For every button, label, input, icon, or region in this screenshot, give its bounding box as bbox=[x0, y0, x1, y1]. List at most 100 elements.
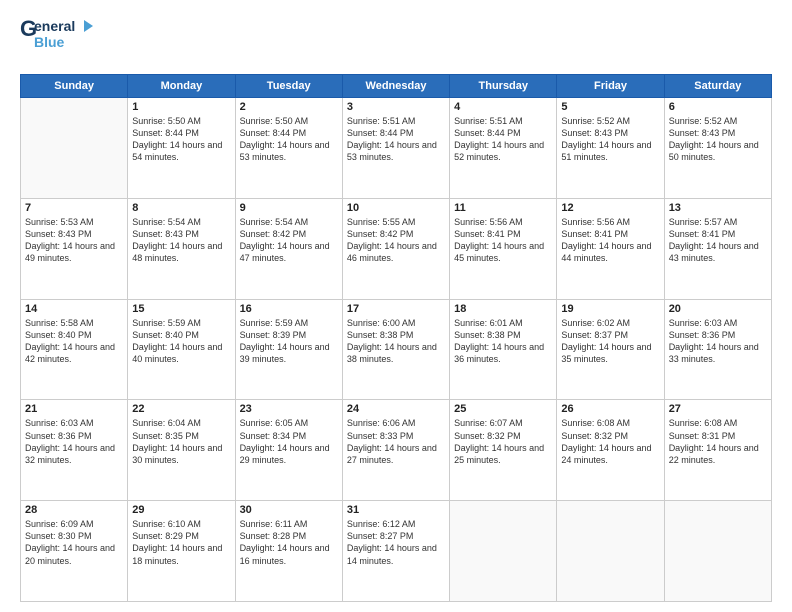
logo-eneral: eneral bbox=[34, 18, 75, 34]
calendar-cell: 24 Sunrise: 6:06 AMSunset: 8:33 PMDaylig… bbox=[342, 400, 449, 501]
calendar-cell bbox=[664, 501, 771, 602]
day-number: 15 bbox=[132, 303, 230, 315]
calendar-cell: 4 Sunrise: 5:51 AMSunset: 8:44 PMDayligh… bbox=[450, 98, 557, 199]
day-number: 22 bbox=[132, 403, 230, 415]
header: G eneral Blue bbox=[20, 16, 772, 66]
day-number: 12 bbox=[561, 202, 659, 214]
calendar-cell: 2 Sunrise: 5:50 AMSunset: 8:44 PMDayligh… bbox=[235, 98, 342, 199]
cell-info: Sunrise: 6:11 AMSunset: 8:28 PMDaylight:… bbox=[240, 518, 338, 567]
cell-info: Sunrise: 5:51 AMSunset: 8:44 PMDaylight:… bbox=[347, 115, 445, 164]
cell-info: Sunrise: 5:56 AMSunset: 8:41 PMDaylight:… bbox=[561, 216, 659, 265]
day-number: 3 bbox=[347, 101, 445, 113]
calendar-cell: 7 Sunrise: 5:53 AMSunset: 8:43 PMDayligh… bbox=[21, 198, 128, 299]
day-number: 19 bbox=[561, 303, 659, 315]
cell-info: Sunrise: 6:05 AMSunset: 8:34 PMDaylight:… bbox=[240, 417, 338, 466]
calendar-cell: 26 Sunrise: 6:08 AMSunset: 8:32 PMDaylig… bbox=[557, 400, 664, 501]
day-number: 26 bbox=[561, 403, 659, 415]
day-header-saturday: Saturday bbox=[664, 75, 771, 98]
day-number: 7 bbox=[25, 202, 123, 214]
calendar-cell bbox=[557, 501, 664, 602]
cell-info: Sunrise: 6:06 AMSunset: 8:33 PMDaylight:… bbox=[347, 417, 445, 466]
calendar-cell: 11 Sunrise: 5:56 AMSunset: 8:41 PMDaylig… bbox=[450, 198, 557, 299]
calendar-week-5: 28 Sunrise: 6:09 AMSunset: 8:30 PMDaylig… bbox=[21, 501, 772, 602]
cell-info: Sunrise: 6:03 AMSunset: 8:36 PMDaylight:… bbox=[669, 317, 767, 366]
cell-info: Sunrise: 6:08 AMSunset: 8:32 PMDaylight:… bbox=[561, 417, 659, 466]
cell-info: Sunrise: 5:54 AMSunset: 8:42 PMDaylight:… bbox=[240, 216, 338, 265]
calendar-header-row: SundayMondayTuesdayWednesdayThursdayFrid… bbox=[21, 75, 772, 98]
day-number: 6 bbox=[669, 101, 767, 113]
cell-info: Sunrise: 5:56 AMSunset: 8:41 PMDaylight:… bbox=[454, 216, 552, 265]
day-number: 2 bbox=[240, 101, 338, 113]
day-number: 25 bbox=[454, 403, 552, 415]
cell-info: Sunrise: 5:57 AMSunset: 8:41 PMDaylight:… bbox=[669, 216, 767, 265]
calendar-cell: 22 Sunrise: 6:04 AMSunset: 8:35 PMDaylig… bbox=[128, 400, 235, 501]
calendar-cell: 13 Sunrise: 5:57 AMSunset: 8:41 PMDaylig… bbox=[664, 198, 771, 299]
cell-info: Sunrise: 5:58 AMSunset: 8:40 PMDaylight:… bbox=[25, 317, 123, 366]
cell-info: Sunrise: 6:09 AMSunset: 8:30 PMDaylight:… bbox=[25, 518, 123, 567]
day-header-sunday: Sunday bbox=[21, 75, 128, 98]
day-number: 5 bbox=[561, 101, 659, 113]
day-header-friday: Friday bbox=[557, 75, 664, 98]
day-header-tuesday: Tuesday bbox=[235, 75, 342, 98]
calendar-week-1: 1 Sunrise: 5:50 AMSunset: 8:44 PMDayligh… bbox=[21, 98, 772, 199]
day-header-monday: Monday bbox=[128, 75, 235, 98]
calendar-cell: 5 Sunrise: 5:52 AMSunset: 8:43 PMDayligh… bbox=[557, 98, 664, 199]
calendar-cell: 28 Sunrise: 6:09 AMSunset: 8:30 PMDaylig… bbox=[21, 501, 128, 602]
page: G eneral Blue SundayMondayTuesdayWednesd… bbox=[0, 0, 792, 612]
cell-info: Sunrise: 6:08 AMSunset: 8:31 PMDaylight:… bbox=[669, 417, 767, 466]
cell-info: Sunrise: 6:00 AMSunset: 8:38 PMDaylight:… bbox=[347, 317, 445, 366]
calendar-cell: 14 Sunrise: 5:58 AMSunset: 8:40 PMDaylig… bbox=[21, 299, 128, 400]
cell-info: Sunrise: 5:59 AMSunset: 8:40 PMDaylight:… bbox=[132, 317, 230, 366]
cell-info: Sunrise: 6:12 AMSunset: 8:27 PMDaylight:… bbox=[347, 518, 445, 567]
calendar-cell: 20 Sunrise: 6:03 AMSunset: 8:36 PMDaylig… bbox=[664, 299, 771, 400]
calendar-cell: 9 Sunrise: 5:54 AMSunset: 8:42 PMDayligh… bbox=[235, 198, 342, 299]
calendar-cell: 29 Sunrise: 6:10 AMSunset: 8:29 PMDaylig… bbox=[128, 501, 235, 602]
cell-info: Sunrise: 6:10 AMSunset: 8:29 PMDaylight:… bbox=[132, 518, 230, 567]
calendar-cell: 31 Sunrise: 6:12 AMSunset: 8:27 PMDaylig… bbox=[342, 501, 449, 602]
cell-info: Sunrise: 6:02 AMSunset: 8:37 PMDaylight:… bbox=[561, 317, 659, 366]
logo-arrow-icon bbox=[84, 20, 93, 32]
day-number: 20 bbox=[669, 303, 767, 315]
day-number: 23 bbox=[240, 403, 338, 415]
calendar-cell: 10 Sunrise: 5:55 AMSunset: 8:42 PMDaylig… bbox=[342, 198, 449, 299]
cell-info: Sunrise: 6:04 AMSunset: 8:35 PMDaylight:… bbox=[132, 417, 230, 466]
day-number: 21 bbox=[25, 403, 123, 415]
day-number: 8 bbox=[132, 202, 230, 214]
cell-info: Sunrise: 5:52 AMSunset: 8:43 PMDaylight:… bbox=[561, 115, 659, 164]
cell-info: Sunrise: 5:54 AMSunset: 8:43 PMDaylight:… bbox=[132, 216, 230, 265]
calendar-cell: 18 Sunrise: 6:01 AMSunset: 8:38 PMDaylig… bbox=[450, 299, 557, 400]
calendar-cell: 16 Sunrise: 5:59 AMSunset: 8:39 PMDaylig… bbox=[235, 299, 342, 400]
logo-blue: Blue bbox=[34, 34, 64, 50]
calendar-cell: 12 Sunrise: 5:56 AMSunset: 8:41 PMDaylig… bbox=[557, 198, 664, 299]
day-number: 9 bbox=[240, 202, 338, 214]
calendar-cell: 23 Sunrise: 6:05 AMSunset: 8:34 PMDaylig… bbox=[235, 400, 342, 501]
calendar-cell bbox=[450, 501, 557, 602]
calendar-week-4: 21 Sunrise: 6:03 AMSunset: 8:36 PMDaylig… bbox=[21, 400, 772, 501]
calendar-cell: 15 Sunrise: 5:59 AMSunset: 8:40 PMDaylig… bbox=[128, 299, 235, 400]
day-number: 1 bbox=[132, 101, 230, 113]
calendar-cell: 19 Sunrise: 6:02 AMSunset: 8:37 PMDaylig… bbox=[557, 299, 664, 400]
cell-info: Sunrise: 5:50 AMSunset: 8:44 PMDaylight:… bbox=[240, 115, 338, 164]
calendar-cell: 6 Sunrise: 5:52 AMSunset: 8:43 PMDayligh… bbox=[664, 98, 771, 199]
day-number: 4 bbox=[454, 101, 552, 113]
calendar-cell: 8 Sunrise: 5:54 AMSunset: 8:43 PMDayligh… bbox=[128, 198, 235, 299]
calendar-week-2: 7 Sunrise: 5:53 AMSunset: 8:43 PMDayligh… bbox=[21, 198, 772, 299]
cell-info: Sunrise: 5:52 AMSunset: 8:43 PMDaylight:… bbox=[669, 115, 767, 164]
day-number: 11 bbox=[454, 202, 552, 214]
day-number: 30 bbox=[240, 504, 338, 516]
calendar-cell: 30 Sunrise: 6:11 AMSunset: 8:28 PMDaylig… bbox=[235, 501, 342, 602]
day-number: 13 bbox=[669, 202, 767, 214]
cell-info: Sunrise: 5:59 AMSunset: 8:39 PMDaylight:… bbox=[240, 317, 338, 366]
cell-info: Sunrise: 5:55 AMSunset: 8:42 PMDaylight:… bbox=[347, 216, 445, 265]
calendar-cell: 17 Sunrise: 6:00 AMSunset: 8:38 PMDaylig… bbox=[342, 299, 449, 400]
calendar-cell: 1 Sunrise: 5:50 AMSunset: 8:44 PMDayligh… bbox=[128, 98, 235, 199]
day-number: 14 bbox=[25, 303, 123, 315]
calendar-week-3: 14 Sunrise: 5:58 AMSunset: 8:40 PMDaylig… bbox=[21, 299, 772, 400]
day-number: 17 bbox=[347, 303, 445, 315]
day-number: 27 bbox=[669, 403, 767, 415]
day-number: 24 bbox=[347, 403, 445, 415]
cell-info: Sunrise: 6:07 AMSunset: 8:32 PMDaylight:… bbox=[454, 417, 552, 466]
calendar: SundayMondayTuesdayWednesdayThursdayFrid… bbox=[20, 74, 772, 602]
day-number: 18 bbox=[454, 303, 552, 315]
cell-info: Sunrise: 5:53 AMSunset: 8:43 PMDaylight:… bbox=[25, 216, 123, 265]
